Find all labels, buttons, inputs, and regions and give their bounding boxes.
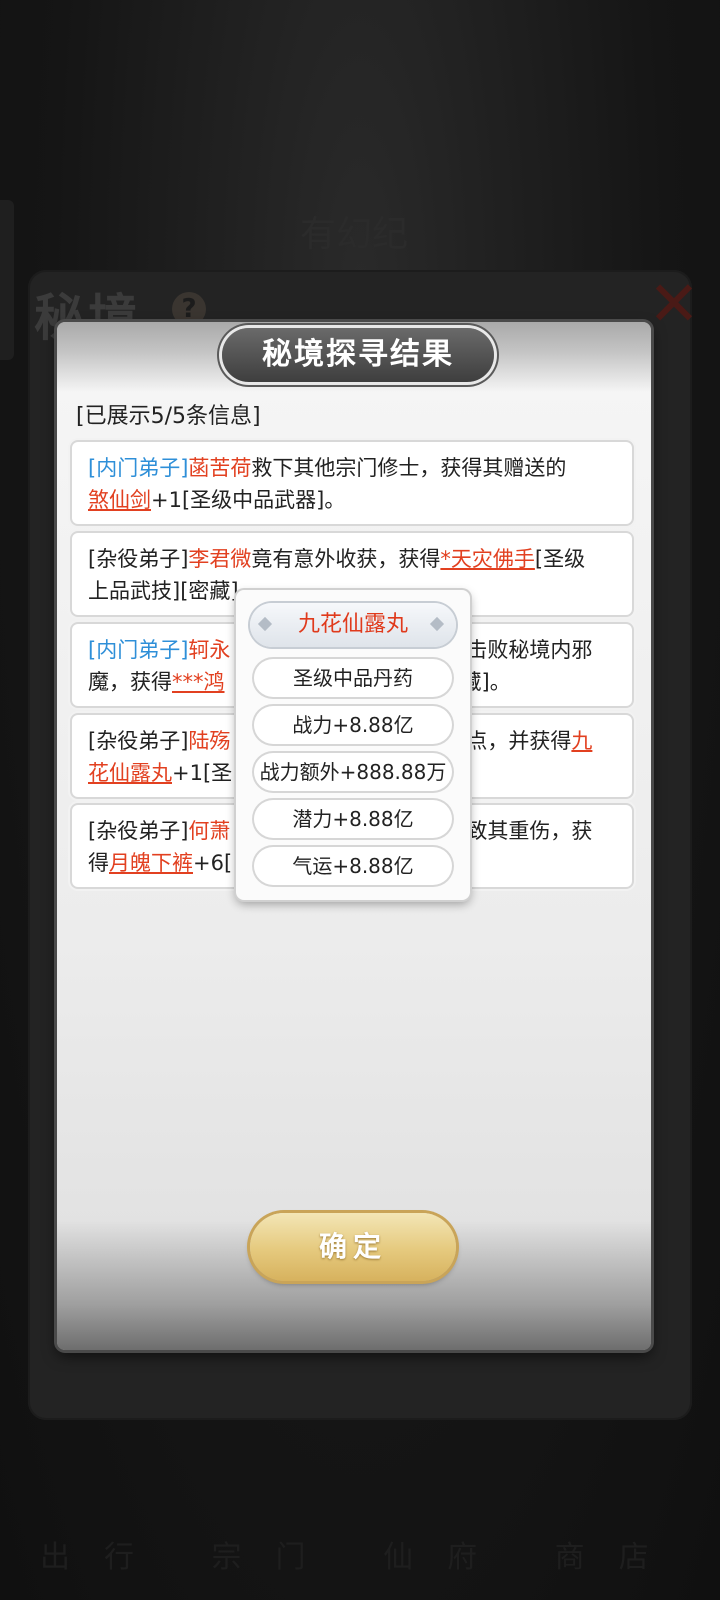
popup-item-grade: 圣级中品丹药 <box>254 659 452 697</box>
popup-stat-row: 潜力+8.88亿 <box>254 800 452 838</box>
message-text: 致其重伤，获 <box>466 819 593 843</box>
message-text: 点，并获得 <box>466 729 572 753</box>
message-text: 上品武技][密藏]。 <box>88 579 260 603</box>
item-link[interactable]: 九 <box>571 729 592 753</box>
rank-label: [内门弟子] <box>88 638 189 662</box>
background-top-text: 有幻纪 <box>300 214 409 255</box>
message-text: 救下其他宗门修士，获得其赠送的 <box>251 456 567 480</box>
background-bottom-nav: 出行 宗门 仙府 商店 天机 家族 <box>40 1540 680 1572</box>
item-link[interactable]: *天灾佛手 <box>440 547 535 571</box>
message-text: +1[圣 <box>172 761 233 785</box>
help-icon: ? <box>172 292 206 326</box>
popup-stat-row: 战力+8.88亿 <box>254 706 452 744</box>
rank-label: [杂役弟子] <box>88 819 189 843</box>
item-link[interactable]: ***鸿 <box>172 670 225 694</box>
count-label: [已展示5/5条信息] <box>76 404 261 429</box>
popup-stat-row: 气运+8.88亿 <box>254 847 452 885</box>
rank-label: [内门弟子] <box>88 456 189 480</box>
disciple-name[interactable]: 菡苦荷 <box>188 456 251 480</box>
popup-item-name: 九花仙露丸 <box>250 603 456 647</box>
close-icon: ✕ <box>648 267 700 340</box>
rank-label: [杂役弟子] <box>88 729 189 753</box>
item-link[interactable]: 花仙露丸 <box>88 761 172 785</box>
message-text: 击败秘境内邪 <box>466 638 593 662</box>
message-text: 竟有意外收获，获得 <box>251 547 441 571</box>
confirm-button[interactable]: 确定 <box>250 1213 456 1281</box>
side-tab <box>0 200 14 360</box>
message-card: [内门弟子]菡苦荷救下其他宗门修士，获得其赠送的 煞仙剑+1[圣级中品武器]。 <box>72 442 632 524</box>
popup-stat-row: 战力额外+888.88万 <box>254 753 452 791</box>
message-text: +6[ <box>193 851 233 875</box>
panel-title: 秘境探寻结果 <box>222 328 494 382</box>
disciple-name[interactable]: 李君微 <box>188 547 251 571</box>
rank-label: [杂役弟子] <box>88 547 189 571</box>
disciple-name[interactable]: 轲永 <box>188 638 230 662</box>
message-text: 得 <box>88 851 109 875</box>
message-text: 魔，获得 <box>88 670 172 694</box>
item-link[interactable]: 月魄下裤 <box>109 851 193 875</box>
item-link[interactable]: 煞仙剑 <box>88 488 151 512</box>
message-text: +1[圣级中品武器]。 <box>151 488 346 512</box>
message-text: [圣级 <box>534 547 586 571</box>
disciple-name[interactable]: 陆殇 <box>188 729 230 753</box>
disciple-name[interactable]: 何萧 <box>188 819 230 843</box>
